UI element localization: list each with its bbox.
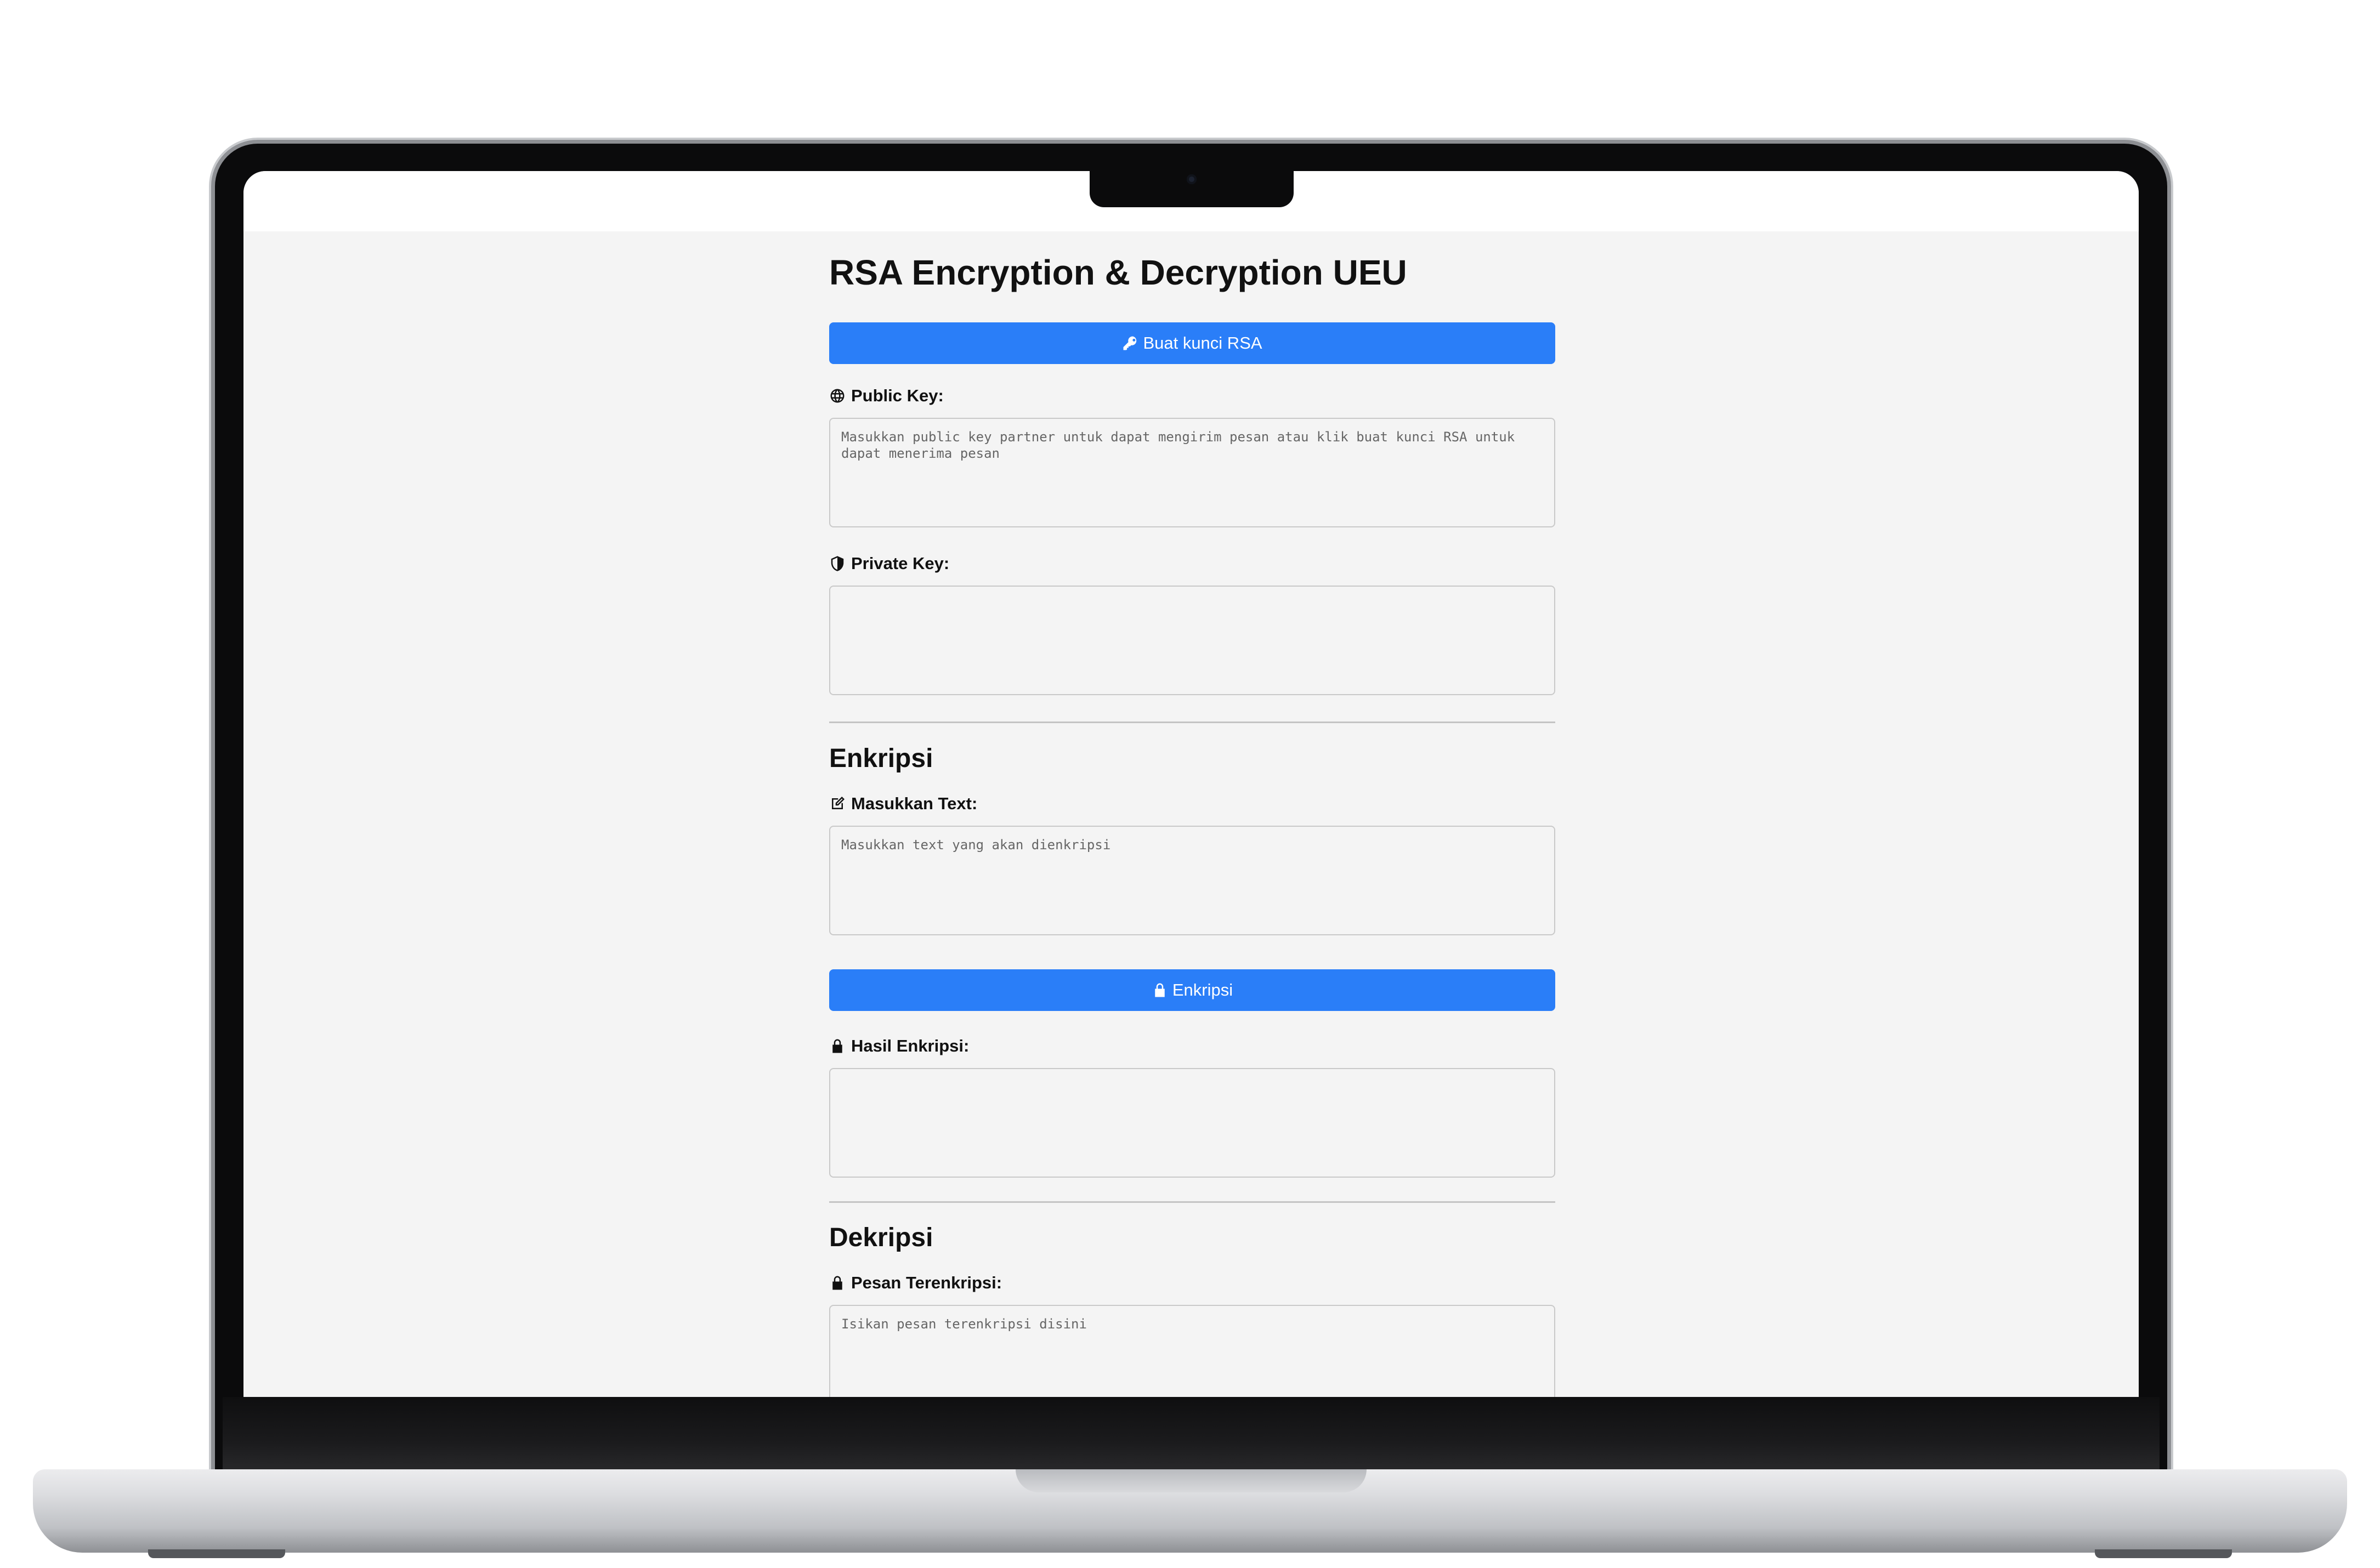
ciphertext-textarea[interactable]: [829, 1305, 1555, 1397]
decrypt-section-heading: Dekripsi: [829, 1223, 933, 1252]
encrypt-button[interactable]: Enkripsi: [829, 969, 1555, 1011]
plaintext-label: Masukkan Text:: [851, 794, 978, 813]
camera-icon: [1187, 174, 1197, 184]
encrypt-button-label: Enkripsi: [1172, 980, 1233, 999]
ciphertext-label: Pesan Terenkripsi:: [851, 1273, 1002, 1292]
laptop-bottom-bezel: [223, 1397, 2160, 1474]
laptop-opening-notch: [1016, 1469, 1367, 1492]
generate-rsa-key-label: Buat kunci RSA: [1143, 333, 1262, 353]
encrypted-result-label: Hasil Enkripsi:: [851, 1036, 970, 1055]
plaintext-textarea[interactable]: [829, 826, 1555, 935]
laptop-foot-right: [2095, 1549, 2232, 1558]
lock-icon: [832, 1276, 842, 1290]
plaintext-label-row: Masukkan Text:: [829, 794, 977, 814]
page-title: RSA Encryption & Decryption UEU: [829, 253, 1407, 292]
encrypted-result-textarea[interactable]: [829, 1068, 1555, 1178]
encrypt-section-heading: Enkripsi: [829, 744, 933, 773]
laptop-foot-left: [148, 1549, 285, 1558]
shield-icon: [831, 556, 844, 571]
public-key-label: Public Key:: [851, 386, 944, 405]
encrypted-result-label-row: Hasil Enkripsi:: [829, 1036, 969, 1056]
private-key-label-row: Private Key:: [829, 554, 949, 573]
ciphertext-label-row: Pesan Terenkripsi:: [829, 1273, 1002, 1293]
public-key-label-row: Public Key:: [829, 386, 944, 406]
lock-icon: [832, 1039, 842, 1053]
edit-icon: [832, 797, 845, 809]
laptop-screen: RSA Encryption & Decryption UEU Buat kun…: [243, 171, 2139, 1397]
section-divider-2: [829, 1201, 1555, 1203]
private-key-label: Private Key:: [851, 554, 950, 573]
private-key-textarea[interactable]: [829, 586, 1555, 695]
lock-icon: [1155, 983, 1165, 997]
key-icon: [1123, 336, 1137, 350]
public-key-textarea[interactable]: [829, 418, 1555, 527]
section-divider-1: [829, 721, 1555, 723]
generate-rsa-key-button[interactable]: Buat kunci RSA: [829, 322, 1555, 364]
globe-icon: [830, 389, 845, 403]
